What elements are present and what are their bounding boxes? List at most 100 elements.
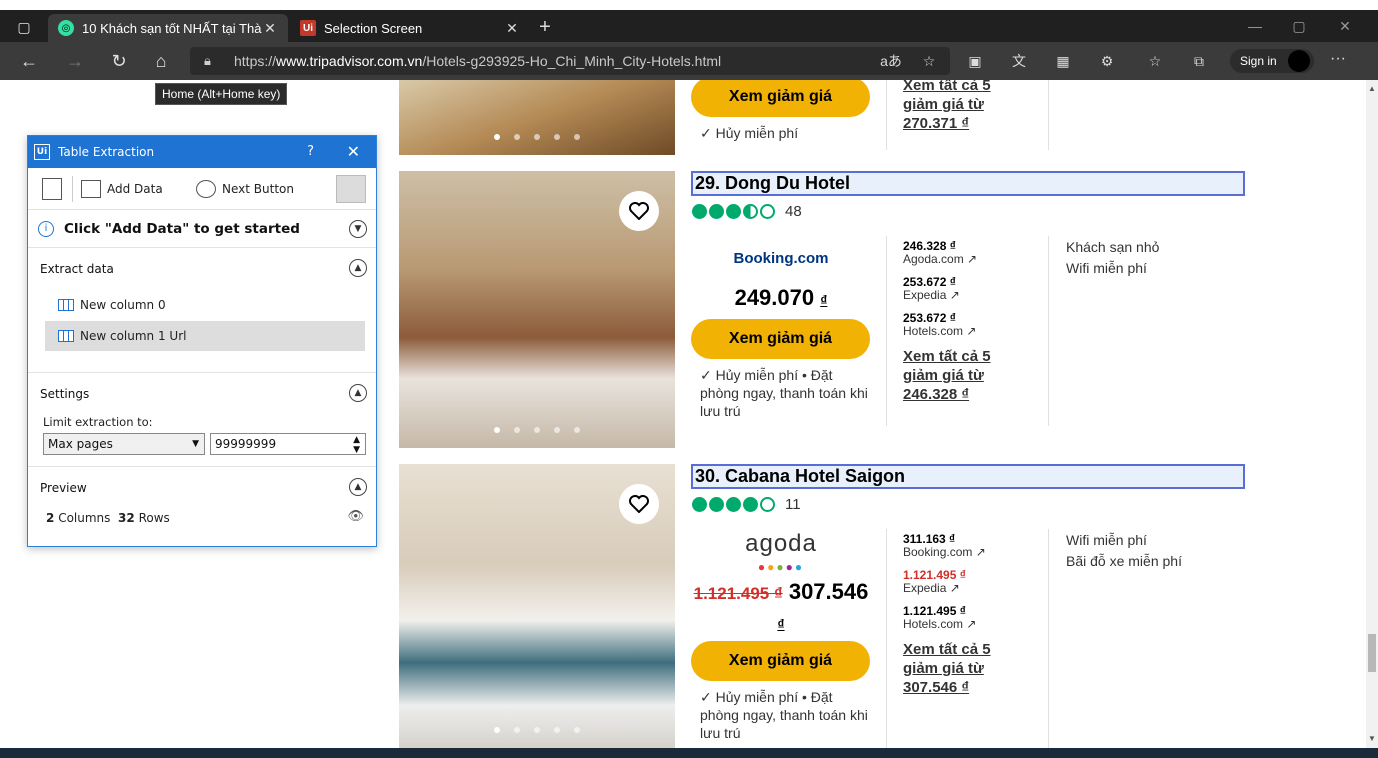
preview-summary: 2 Columns 32 Rows (46, 511, 170, 525)
add-data-button[interactable]: Add Data (81, 180, 163, 198)
view-deal-button[interactable]: Xem giảm giá (691, 641, 870, 681)
view-deal-button[interactable]: Xem giảm giá (691, 80, 870, 117)
offer-site: Expedia ↗ (903, 288, 960, 302)
carousel-dot[interactable] (514, 727, 520, 733)
scrollbar-thumb[interactable] (1368, 634, 1376, 672)
sign-in-button[interactable]: Sign in (1230, 49, 1314, 73)
review-count[interactable]: 11 (785, 496, 801, 513)
extension-icon[interactable]: ▣ (964, 51, 986, 71)
preview-columns-count: 2 (46, 511, 55, 525)
minimize-button[interactable]: — (1232, 18, 1278, 34)
carousel-dot[interactable] (574, 134, 580, 140)
forward-icon[interactable]: → (60, 49, 90, 73)
carousel-dot[interactable] (534, 134, 540, 140)
save-button[interactable] (42, 178, 68, 200)
offer-item[interactable]: 246.328 ₫ Agoda.com ↗ (903, 240, 977, 266)
close-tab-icon[interactable]: ✕ (262, 20, 278, 37)
hotel-title[interactable]: 30. Cabana Hotel Saigon (691, 464, 1245, 489)
extensions-icon[interactable]: ⚙ (1096, 51, 1118, 71)
carousel-dot[interactable] (494, 427, 500, 433)
scroll-up-icon[interactable]: ▲ (1366, 84, 1378, 93)
carousel-dot[interactable] (574, 427, 580, 433)
favorites-icon[interactable]: ☆ (1144, 51, 1166, 71)
close-tab-icon[interactable]: ✕ (504, 20, 520, 37)
chevron-up-icon[interactable]: ▲ (349, 478, 367, 496)
toolbar-divider (72, 176, 73, 202)
hotel-photo[interactable] (399, 464, 675, 748)
rating-bubble (760, 204, 775, 219)
vertical-scrollbar[interactable]: ▲ ▼ (1366, 80, 1378, 748)
carousel-dot[interactable] (514, 427, 520, 433)
rating-bubbles: 48 (692, 203, 802, 220)
info-text: Click "Add Data" to get started (64, 220, 300, 237)
offer-item[interactable]: 253.672 ₫ Hotels.com ↗ (903, 312, 976, 338)
provider-logo: Booking.com (733, 250, 829, 267)
carousel-dot[interactable] (554, 727, 560, 733)
see-all-deals-link[interactable]: Xem tất cả 5 giảm giá từ 270.371 ₫ (903, 80, 1013, 133)
carousel-dot[interactable] (554, 427, 560, 433)
limit-value-stepper[interactable]: 99999999 ▲ ▼ (210, 433, 366, 455)
new-tab-button[interactable]: + (532, 16, 558, 40)
offer-site: Hotels.com ↗ (903, 617, 977, 631)
carousel-dot[interactable] (494, 134, 500, 140)
carousel-dot[interactable] (514, 134, 520, 140)
chevron-up-icon[interactable]: ▲ (349, 384, 367, 402)
collections-icon[interactable]: ⧉ (1188, 51, 1210, 71)
tab-selection-screen[interactable]: Ui Selection Screen ✕ (290, 14, 530, 42)
amenity-list: Wifi miễn phí Bãi đỗ xe miễn phí (1066, 530, 1182, 572)
tab-tripadvisor[interactable]: ◎ 10 Khách sạn tốt NHẤT tại Thành ✕ (48, 14, 288, 42)
maximize-button[interactable]: ▢ (1276, 18, 1322, 35)
tab-strip: ▢ ◎ 10 Khách sạn tốt NHẤT tại Thành ✕ Ui… (0, 0, 1378, 42)
next-button-button[interactable]: Next Button (196, 180, 294, 198)
limit-dropdown[interactable]: Max pages ▼ (43, 433, 205, 455)
review-count[interactable]: 48 (785, 203, 802, 220)
offer-item[interactable]: 253.672 ₫ Expedia ↗ (903, 276, 960, 302)
chevron-down-icon[interactable]: ▼ (349, 220, 367, 238)
column-item[interactable]: New column 1 Url (45, 321, 365, 351)
carousel-dot[interactable] (534, 427, 540, 433)
see-all-deals-link[interactable]: Xem tất cả 5 giảm giá từ 246.328 ₫ (903, 347, 1013, 404)
offer-item[interactable]: 1.121.495 ₫ Expedia ↗ (903, 569, 966, 595)
rating-bubble (692, 204, 707, 219)
refresh-preview-button[interactable] (336, 175, 366, 203)
next-button-label: Next Button (222, 182, 294, 196)
home-tooltip: Home (Alt+Home key) (155, 83, 288, 105)
add-favorite-icon[interactable]: ☆ (918, 51, 940, 71)
offer-item[interactable]: 311.163 ₫ Booking.com ↗ (903, 533, 986, 559)
offer-site: Expedia ↗ (903, 581, 960, 595)
close-window-button[interactable]: ✕ (1322, 18, 1368, 35)
column-label: New column 0 (80, 298, 166, 312)
carousel-dot[interactable] (574, 727, 580, 733)
uipath-icon: Ui (300, 20, 316, 36)
carousel-dot[interactable] (494, 727, 500, 733)
offer-item[interactable]: 1.121.495 ₫ Hotels.com ↗ (903, 605, 976, 631)
uipath-extension-icon[interactable]: ▦ (1052, 51, 1074, 71)
carousel-dot[interactable] (534, 727, 540, 733)
heart-icon[interactable] (619, 191, 659, 231)
home-icon[interactable]: ⌂ (146, 49, 176, 73)
close-icon[interactable]: ✕ (347, 142, 360, 161)
chevron-up-icon[interactable]: ▲ (349, 259, 367, 277)
carousel-dots (399, 720, 675, 738)
read-aloud-icon[interactable]: aあ (880, 51, 902, 71)
scroll-down-icon[interactable]: ▼ (1366, 734, 1378, 743)
hotel-photo[interactable] (399, 171, 675, 448)
stepper-arrows-icon[interactable]: ▲ ▼ (353, 435, 360, 455)
more-icon[interactable]: ··· (1330, 50, 1346, 68)
help-button[interactable]: ? (307, 144, 314, 159)
tab-actions-icon[interactable]: ▢ (10, 17, 38, 37)
address-bar[interactable]: 🔒︎ https://www.tripadvisor.com.vn/Hotels… (190, 47, 950, 75)
refresh-icon[interactable]: ↻ (104, 49, 134, 73)
hotel-photo-prev[interactable] (399, 80, 675, 155)
hotel-title[interactable]: 29. Dong Du Hotel (691, 171, 1245, 196)
eye-icon[interactable]: 👁︎ (347, 509, 364, 524)
see-all-deals-link[interactable]: Xem tất cả 5 giảm giá từ 307.546 ₫ (903, 640, 1013, 697)
back-icon[interactable]: ← (14, 49, 44, 73)
translate-icon[interactable]: 文 (1008, 51, 1030, 71)
view-deal-button[interactable]: Xem giảm giá (691, 319, 870, 359)
heart-icon[interactable] (619, 484, 659, 524)
column-item[interactable]: New column 0 (45, 290, 365, 320)
section-header: Extract data (40, 262, 114, 276)
tab-title: Selection Screen (324, 20, 423, 36)
carousel-dot[interactable] (554, 134, 560, 140)
